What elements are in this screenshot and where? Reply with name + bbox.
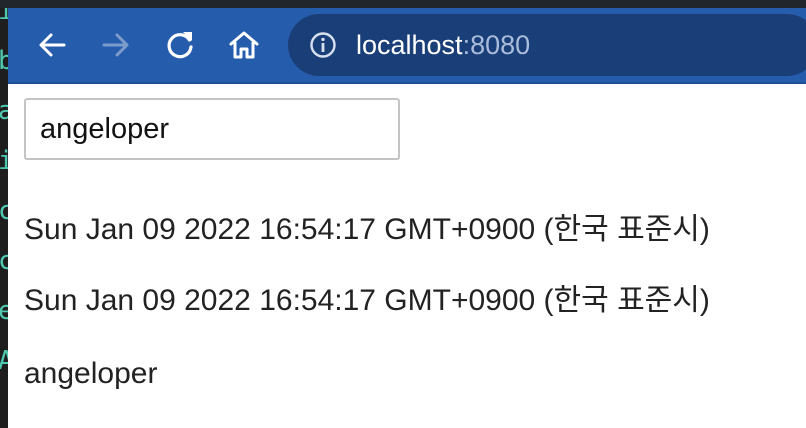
url-text[interactable]: localhost:8080 [356,29,530,61]
editor-glyph: b [0,46,8,76]
name-output-text: angeloper [24,357,158,390]
reload-button[interactable] [161,26,199,64]
home-icon [229,31,259,59]
date-text: Sun Jan 09 2022 16:54:17 GMT+0900 (한국 표준… [24,213,710,246]
url-host: localhost [356,30,463,60]
url-port: :8080 [462,30,531,60]
home-button[interactable] [225,26,263,64]
background-editor-strip: i b a i c c e A [0,0,8,428]
browser-toolbar: localhost:8080 [8,8,806,84]
page-content: Sun Jan 09 2022 16:54:17 GMT+0900 (한국 표준… [8,84,806,428]
forward-arrow-icon [102,33,129,57]
editor-glyph: e [0,296,8,326]
window-top-edge [0,0,806,8]
date-text: Sun Jan 09 2022 16:54:17 GMT+0900 (한국 표준… [24,284,710,317]
forward-button[interactable] [97,26,135,64]
editor-glyph: i [0,146,8,176]
editor-glyph: a [0,96,8,126]
name-input[interactable] [24,98,400,160]
screen: i b a i c c e A localhost:8080 angeloper… [0,0,806,428]
editor-glyph: A [0,346,8,376]
info-icon[interactable] [309,31,337,59]
back-button[interactable] [33,26,71,64]
editor-glyph: c [0,196,8,226]
reload-icon [167,32,193,59]
editor-glyph: c [0,246,8,276]
address-bar[interactable]: localhost:8080 [288,14,806,76]
back-arrow-icon [39,33,66,57]
